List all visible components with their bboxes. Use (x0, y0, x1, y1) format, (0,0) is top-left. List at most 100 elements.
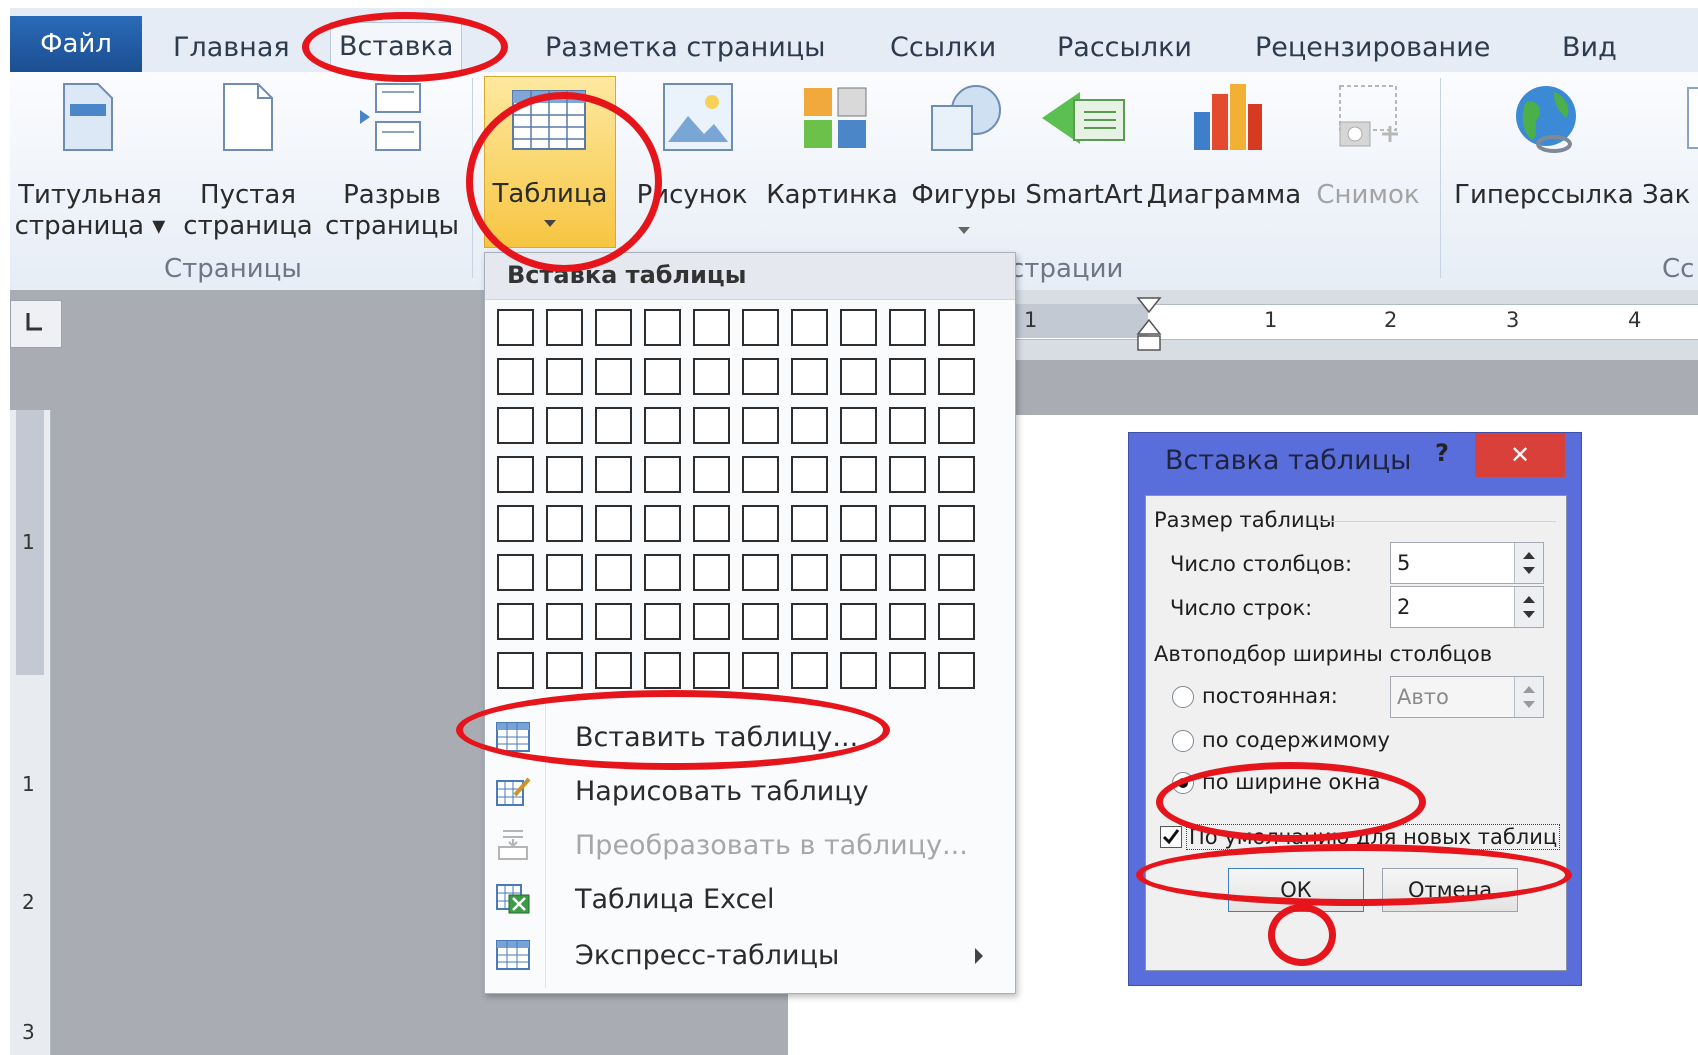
blank-page-button[interactable]: Пустая страница (178, 82, 318, 252)
grid-cell[interactable] (742, 358, 779, 395)
horizontal-ruler[interactable]: 1 1 2 3 4 (938, 290, 1698, 360)
grid-cell[interactable] (693, 456, 730, 493)
grid-cell[interactable] (497, 554, 534, 591)
grid-cell[interactable] (497, 407, 534, 444)
grid-cell[interactable] (546, 407, 583, 444)
grid-cell[interactable] (840, 554, 877, 591)
grid-cell[interactable] (742, 603, 779, 640)
hyperlink-button[interactable]: Гиперссылка (1454, 82, 1634, 252)
grid-cell[interactable] (595, 505, 632, 542)
grid-cell[interactable] (840, 652, 877, 689)
grid-cell[interactable] (546, 554, 583, 591)
grid-cell[interactable] (889, 652, 926, 689)
grid-cell[interactable] (497, 505, 534, 542)
grid-cell[interactable] (693, 407, 730, 444)
grid-cell[interactable] (497, 652, 534, 689)
grid-cell[interactable] (644, 652, 681, 689)
grid-cell[interactable] (644, 358, 681, 395)
grid-cell[interactable] (595, 407, 632, 444)
grid-cell[interactable] (840, 603, 877, 640)
grid-cell[interactable] (889, 309, 926, 346)
grid-cell[interactable] (791, 358, 828, 395)
grid-cell[interactable] (497, 309, 534, 346)
grid-cell[interactable] (595, 603, 632, 640)
grid-cell[interactable] (644, 505, 681, 542)
grid-cell[interactable] (889, 358, 926, 395)
grid-cell[interactable] (497, 456, 534, 493)
grid-cell[interactable] (644, 603, 681, 640)
grid-cell[interactable] (840, 358, 877, 395)
grid-cell[interactable] (693, 505, 730, 542)
grid-cell[interactable] (791, 456, 828, 493)
grid-cell[interactable] (546, 309, 583, 346)
grid-cell[interactable] (938, 456, 975, 493)
grid-cell[interactable] (497, 603, 534, 640)
title-page-button[interactable]: Титульная страница ▾ (10, 82, 170, 252)
grid-cell[interactable] (595, 358, 632, 395)
tab-file[interactable]: Файл (10, 16, 142, 72)
grid-cell[interactable] (791, 505, 828, 542)
bookmark-button[interactable]: Зак (1642, 82, 1698, 252)
stepper-arrows[interactable] (1514, 587, 1543, 627)
grid-cell[interactable] (742, 456, 779, 493)
radio-autofit-content[interactable] (1172, 730, 1194, 752)
grid-cell[interactable] (546, 652, 583, 689)
tab-review[interactable]: Рецензирование (1255, 24, 1490, 72)
tab-view[interactable]: Вид (1562, 24, 1617, 72)
grid-cell[interactable] (889, 603, 926, 640)
grid-cell[interactable] (938, 554, 975, 591)
stepper-arrows[interactable] (1514, 543, 1543, 583)
grid-cell[interactable] (546, 505, 583, 542)
menu-item-excel-table[interactable]: Таблица Excel (485, 873, 1015, 927)
tab-mailings[interactable]: Рассылки (1057, 24, 1192, 72)
grid-cell[interactable] (546, 603, 583, 640)
grid-cell[interactable] (840, 407, 877, 444)
grid-cell[interactable] (840, 456, 877, 493)
grid-cell[interactable] (644, 407, 681, 444)
help-button[interactable]: ? (1435, 439, 1449, 467)
clipart-button[interactable]: Картинка (762, 82, 902, 252)
grid-cell[interactable] (938, 309, 975, 346)
close-button[interactable]: ✕ (1475, 433, 1565, 477)
tab-references[interactable]: Ссылки (890, 24, 996, 72)
grid-cell[interactable] (938, 603, 975, 640)
grid-cell[interactable] (791, 554, 828, 591)
table-grid-picker[interactable] (497, 309, 997, 709)
grid-cell[interactable] (595, 456, 632, 493)
columns-stepper[interactable]: 5 (1390, 542, 1544, 584)
grid-cell[interactable] (644, 554, 681, 591)
grid-cell[interactable] (742, 554, 779, 591)
grid-cell[interactable] (742, 309, 779, 346)
page-break-button[interactable]: Разрыв страницы (322, 82, 462, 252)
grid-cell[interactable] (546, 358, 583, 395)
grid-cell[interactable] (693, 652, 730, 689)
tab-home[interactable]: Главная (173, 24, 290, 72)
tab-page-layout[interactable]: Разметка страницы (545, 24, 825, 72)
vertical-ruler[interactable]: 1 1 2 3 (10, 410, 51, 1055)
smartart-button[interactable]: SmartArt (1024, 82, 1144, 252)
grid-cell[interactable] (840, 505, 877, 542)
grid-cell[interactable] (693, 358, 730, 395)
rows-stepper[interactable]: 2 (1390, 586, 1544, 628)
grid-cell[interactable] (938, 407, 975, 444)
menu-item-draw-table[interactable]: Нарисовать таблицу (485, 765, 1015, 819)
grid-cell[interactable] (889, 554, 926, 591)
grid-cell[interactable] (742, 407, 779, 444)
grid-cell[interactable] (889, 407, 926, 444)
shapes-button[interactable]: Фигуры (904, 82, 1024, 252)
grid-cell[interactable] (595, 554, 632, 591)
grid-cell[interactable] (791, 603, 828, 640)
grid-cell[interactable] (497, 358, 534, 395)
tab-selector-button[interactable] (10, 300, 62, 348)
radio-fixed[interactable] (1172, 686, 1194, 708)
grid-cell[interactable] (644, 309, 681, 346)
grid-cell[interactable] (742, 505, 779, 542)
grid-cell[interactable] (889, 505, 926, 542)
grid-cell[interactable] (889, 456, 926, 493)
grid-cell[interactable] (595, 309, 632, 346)
grid-cell[interactable] (938, 652, 975, 689)
default-checkbox[interactable] (1160, 826, 1182, 848)
menu-item-quick-tables[interactable]: Экспресс-таблицы (485, 929, 1015, 983)
grid-cell[interactable] (938, 505, 975, 542)
grid-cell[interactable] (595, 652, 632, 689)
